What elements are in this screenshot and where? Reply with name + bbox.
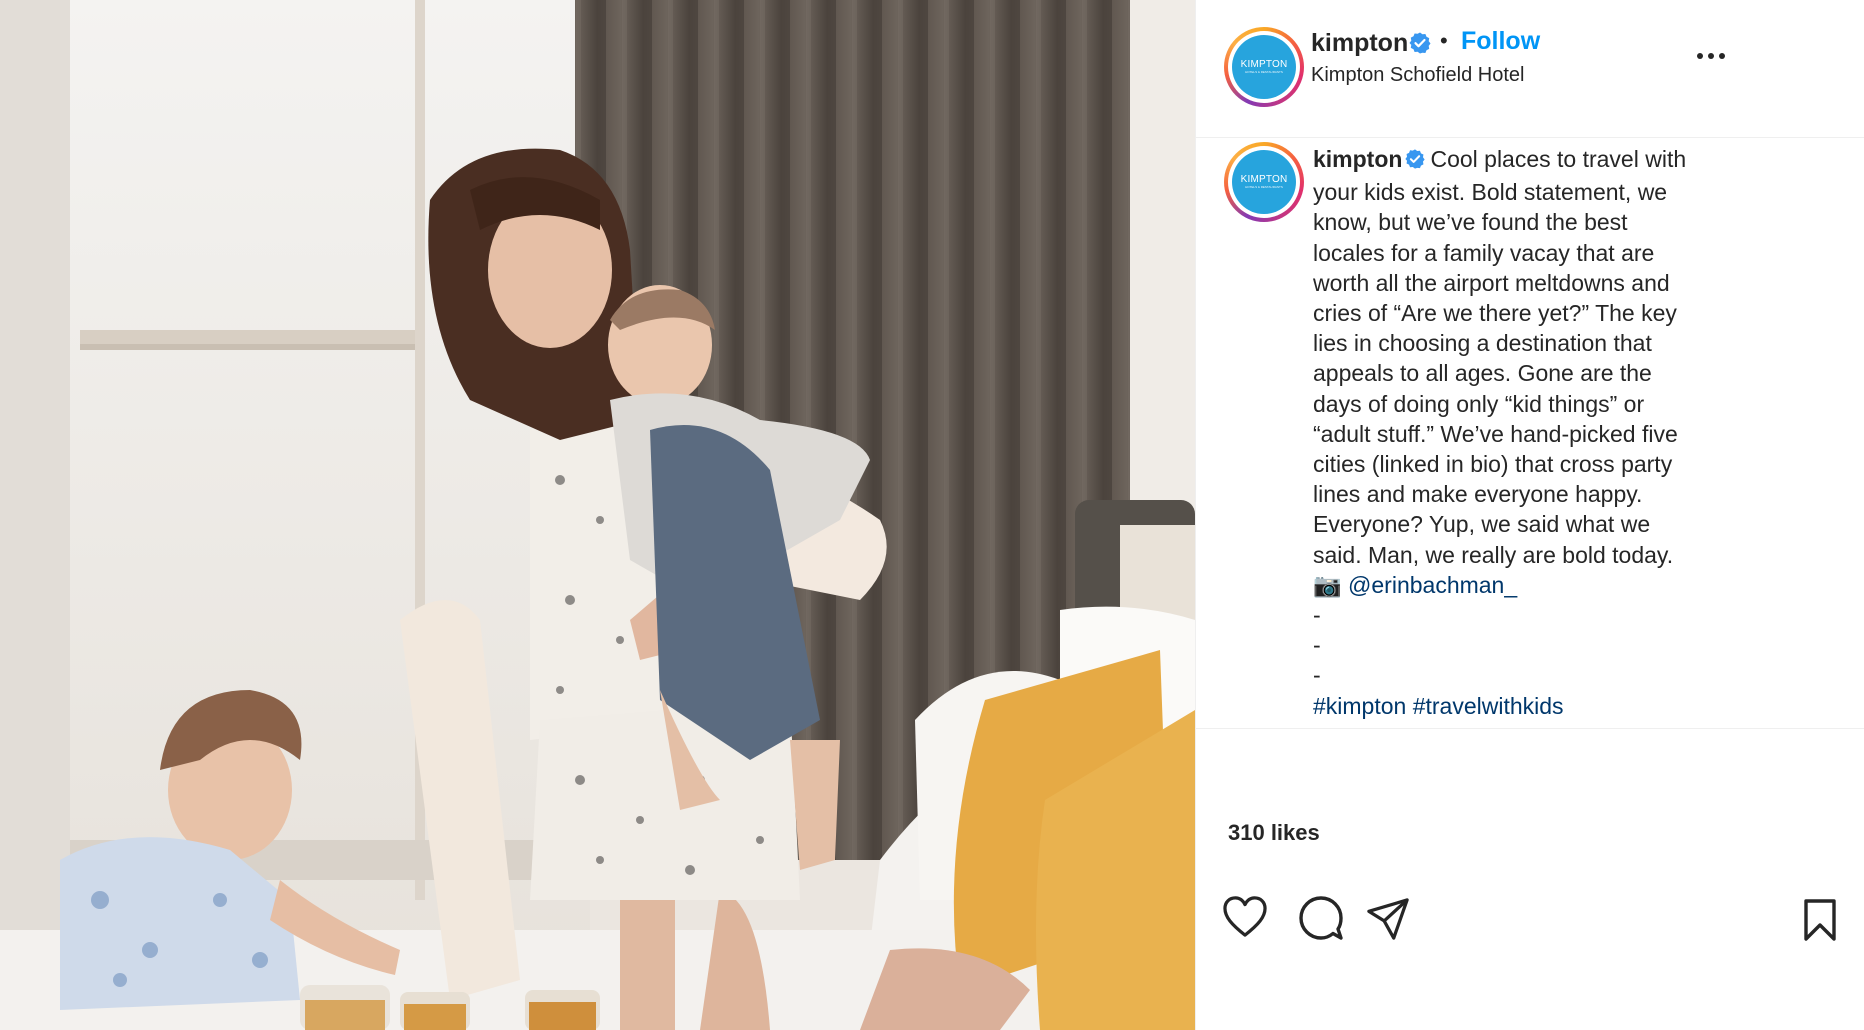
hashtag-link[interactable]: #kimpton [1313, 693, 1406, 719]
post-photo[interactable] [0, 0, 1195, 1030]
avatar[interactable]: KIMPTON HOTELS & RESTAURANTS [1224, 27, 1304, 107]
divider [1196, 728, 1864, 729]
caption-line: your kids exist. Bold statement, we [1313, 179, 1668, 206]
photo-illustration [0, 0, 1195, 1030]
hashtag-link[interactable]: #travelwithkids [1413, 693, 1564, 719]
caption-line: cries of “Are we there yet?” The key [1313, 300, 1677, 327]
caption-line: lines and make everyone happy. [1313, 481, 1643, 508]
caption-line: Everyone? Yup, we said what we [1313, 511, 1651, 538]
caption-username-link[interactable]: kimpton [1313, 146, 1402, 172]
kimpton-logo: KIMPTON HOTELS & RESTAURANTS [1232, 150, 1296, 214]
separator-dot: • [1440, 28, 1448, 53]
post-header: KIMPTON HOTELS & RESTAURANTS kimpton • F… [1196, 0, 1864, 138]
caption-line: know, but we’ve found the best [1313, 209, 1628, 236]
location-link[interactable]: Kimpton Schofield Hotel [1311, 62, 1524, 88]
caption-avatar[interactable]: KIMPTON HOTELS & RESTAURANTS [1224, 142, 1304, 222]
caption-line: appeals to all ages. Gone are the [1313, 360, 1652, 387]
follow-button[interactable]: Follow [1461, 26, 1540, 56]
comment-icon[interactable] [1299, 896, 1343, 945]
caption-dash: - [1313, 632, 1321, 659]
camera-icon: 📷 [1313, 571, 1342, 598]
caption-line: days of doing only “kid things” or [1313, 390, 1645, 417]
heart-icon[interactable] [1222, 896, 1268, 943]
share-icon[interactable] [1367, 898, 1409, 945]
caption-section: KIMPTON HOTELS & RESTAURANTS kimpton Cool… [1196, 138, 1864, 728]
verified-badge-icon [1404, 147, 1426, 177]
caption-line: 📷 @erinbachman_ [1313, 570, 1733, 600]
username-link[interactable]: kimpton [1311, 28, 1408, 58]
caption-dash: - [1313, 602, 1321, 629]
likes-count[interactable]: 310 likes [1228, 820, 1320, 846]
caption-line: said. Man, we really are bold today. [1313, 541, 1674, 568]
bookmark-icon[interactable] [1801, 898, 1839, 947]
instagram-post: KIMPTON HOTELS & RESTAURANTS kimpton • F… [0, 0, 1864, 1030]
caption-line: locales for a family vacay that are [1313, 239, 1655, 266]
caption-dash: - [1313, 662, 1321, 689]
post-details-panel: KIMPTON HOTELS & RESTAURANTS kimpton • F… [1195, 0, 1864, 1030]
caption-line: “adult stuff.” We’ve hand-picked five [1313, 420, 1678, 447]
verified-badge-icon [1408, 31, 1432, 55]
caption-line: worth all the airport meltdowns and [1313, 269, 1670, 296]
kimpton-logo: KIMPTON HOTELS & RESTAURANTS [1232, 35, 1296, 99]
mention-link[interactable]: @erinbachman_ [1348, 572, 1517, 598]
caption-line: lies in choosing a destination that [1313, 330, 1652, 357]
caption-line: #kimpton #travelwithkids [1313, 691, 1733, 721]
caption-line: cities (linked in bio) that cross party [1313, 451, 1673, 478]
more-options-icon[interactable] [1694, 46, 1730, 66]
caption-line: kimpton Cool places to travel with [1313, 144, 1733, 177]
caption-text: kimpton Cool places to travel with your k… [1313, 144, 1733, 721]
